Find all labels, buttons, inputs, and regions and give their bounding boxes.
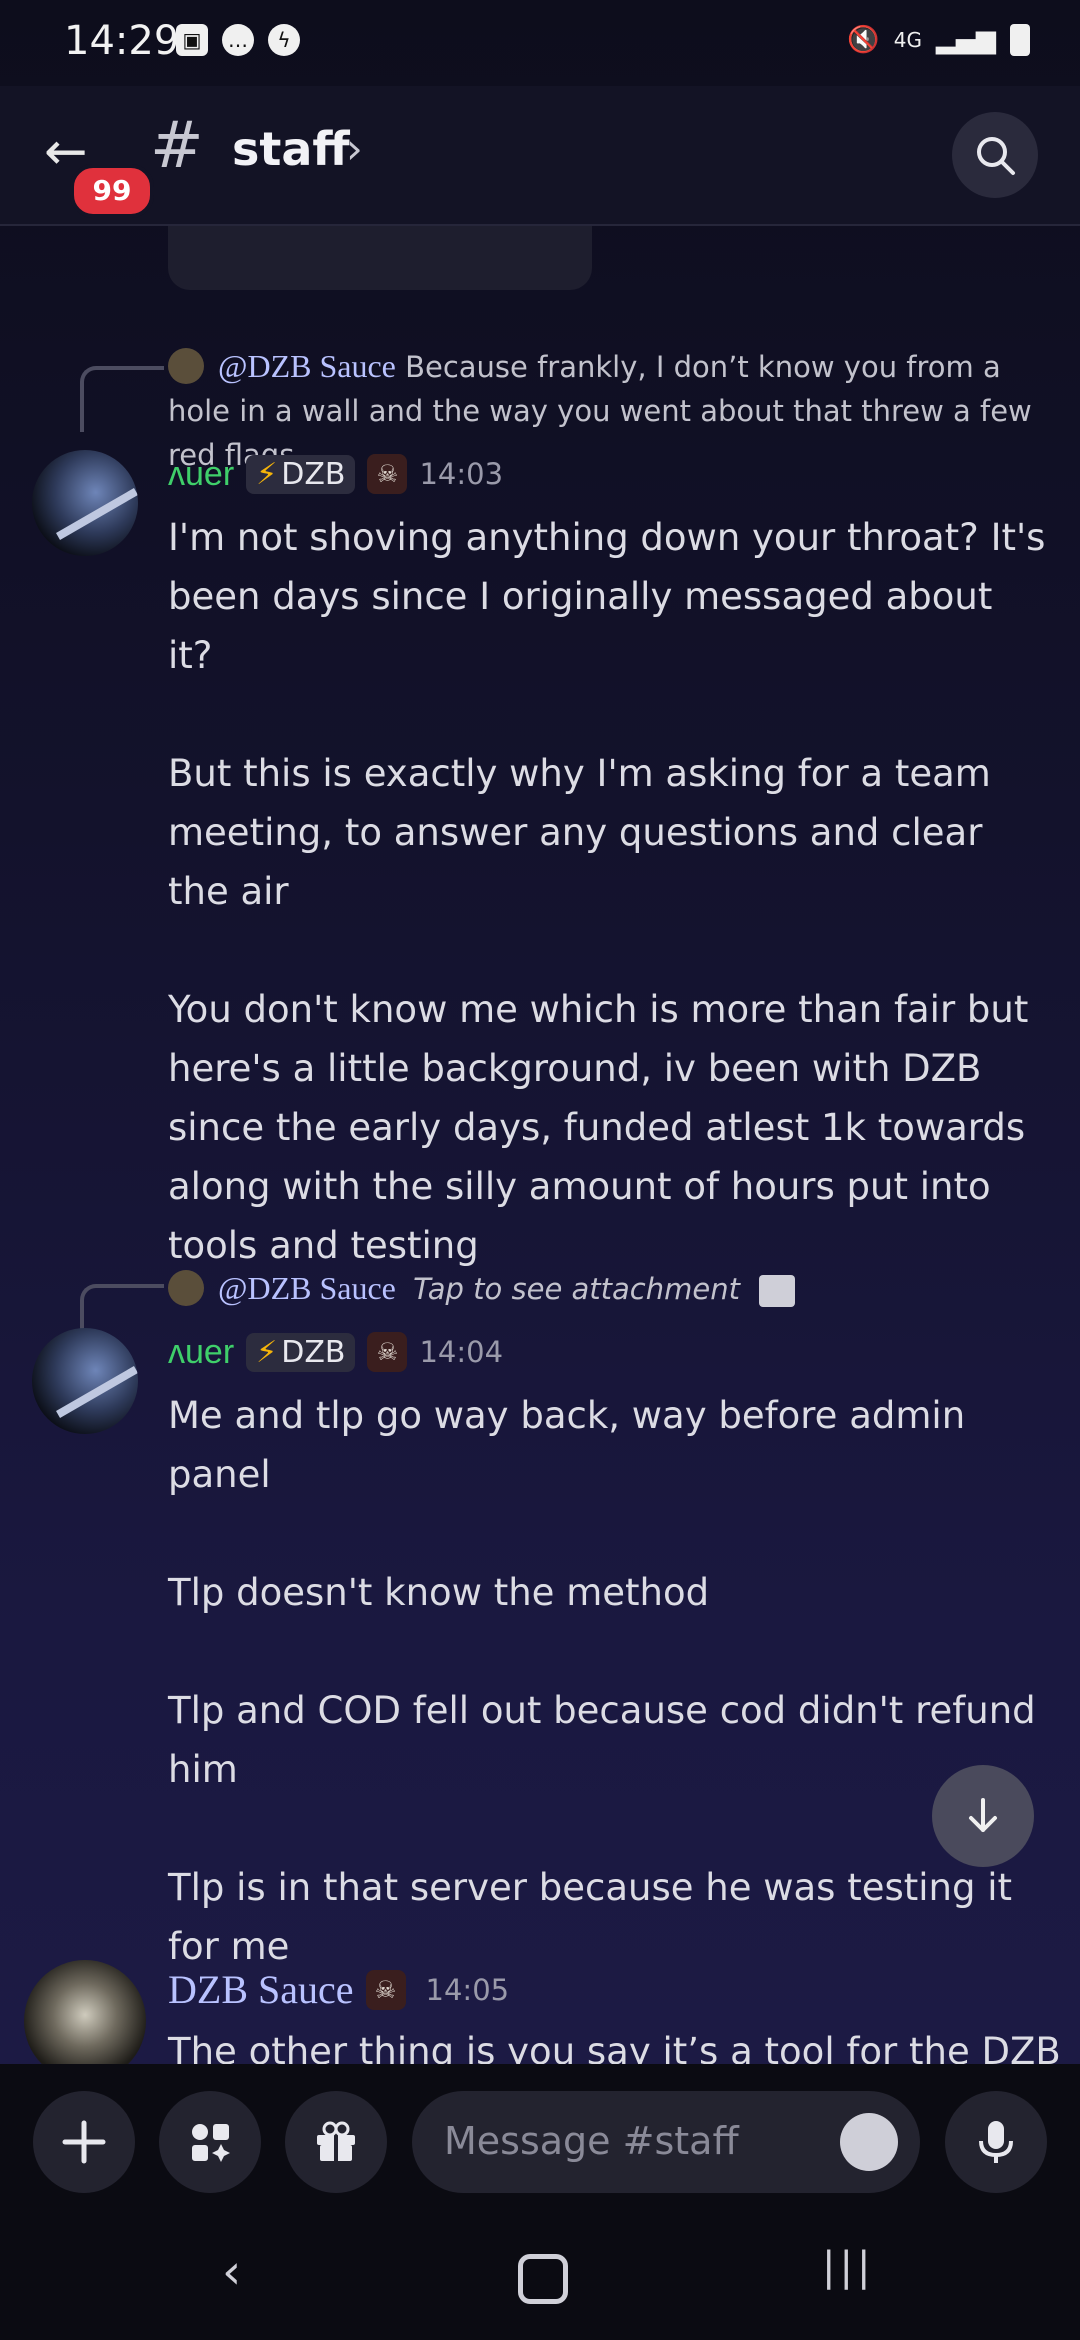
notification-icons: ▣ … ϟ [176,24,300,56]
message-composer: Message #staff [0,2064,1080,2214]
avatar[interactable] [32,1328,138,1434]
avatar[interactable] [24,1960,146,2064]
server-tag[interactable]: ⚡ DZB [246,454,356,494]
author-name[interactable]: ᴧuer [168,455,234,494]
arrow-down-icon [969,1798,997,1832]
reply-connector [80,366,164,432]
gift-button[interactable] [285,2091,387,2193]
reply-username: @DZB Sauce [218,1270,396,1306]
nav-recents-icon[interactable]: ||| [822,2244,874,2290]
system-icons: 🔇 4G ▂▄▆ [847,24,1030,56]
search-button[interactable] [952,112,1038,198]
author-name[interactable]: DZB Sauce [168,1966,354,2013]
jump-to-latest-button[interactable] [932,1765,1034,1867]
signal-icon: ▂▄▆ [936,25,996,55]
chevron-right-icon[interactable]: › [346,124,363,173]
skull-badge-icon: ☠ [367,1332,408,1372]
bolt-icon: ⚡ [256,456,278,492]
apps-button[interactable] [159,2091,261,2193]
skull-badge-icon: ☠ [367,454,408,494]
message-text: The other thing is you say it’s a tool f… [168,2030,1061,2064]
system-navigation-bar: ‹ ||| [0,2214,1080,2340]
bolt-icon: ⚡ [256,1334,278,1370]
emoji-icon[interactable] [840,2113,898,2171]
apps-icon [192,2124,230,2162]
locked-channel-hash-icon: # [150,109,204,183]
author-name[interactable]: ᴧuer [168,1333,234,1372]
timestamp: 14:03 [419,457,504,491]
previous-attachment[interactable] [168,226,592,290]
status-bar: 14:29 ▣ … ϟ 🔇 4G ▂▄▆ [0,0,1080,86]
message-list[interactable]: @DZB Sauce Because frankly, I don’t know… [0,226,1080,2064]
image-icon [759,1275,796,1307]
avatar[interactable] [32,450,138,556]
reply-username: @DZB Sauce [218,348,396,384]
server-tag[interactable]: ⚡ DZB [246,1332,356,1372]
skull-badge-icon: ☠ [365,1969,406,2010]
tag-label: DZB [281,1334,346,1370]
gift-icon [317,2121,355,2161]
message-text: Me and tlp go way back, way before admin… [168,1394,1036,1968]
nav-home-icon[interactable] [518,2254,568,2304]
voice-message-button[interactable] [945,2091,1047,2193]
timestamp: 14:04 [419,1335,504,1369]
add-attachment-button[interactable] [33,2091,135,2193]
messenger-icon: ϟ [268,24,300,56]
message-header: DZB Sauce ☠ 14:05 [168,1966,509,2013]
channel-header: ← 99 # staff › [0,86,1080,226]
gallery-icon: ▣ [176,24,208,56]
unread-badge: 99 [70,164,154,218]
mute-icon: 🔇 [847,25,880,55]
microphone-icon [979,2121,1013,2163]
network-label: 4G [893,28,922,52]
reply-preview[interactable]: @DZB Sauce Tap to see attachment [168,1266,1048,1311]
reply-avatar [168,348,204,384]
message-text: I'm not shoving anything down your throa… [168,516,1046,1267]
nav-back-icon[interactable]: ‹ [222,2244,241,2300]
channel-title[interactable]: staff [232,122,350,176]
message-input-placeholder: Message #staff [444,2119,739,2163]
status-time: 14:29 [64,18,180,64]
timestamp: 14:05 [425,1972,510,2007]
battery-icon [1010,24,1030,56]
message-header: ᴧuer ⚡ DZB ☠ 14:03 [168,454,503,494]
tag-label: DZB [281,456,346,492]
reply-avatar [168,1270,204,1306]
message-header: ᴧuer ⚡ DZB ☠ 14:04 [168,1332,503,1372]
reply-text: Tap to see attachment [413,1272,740,1306]
plus-icon [62,2120,106,2164]
chat-bubble-icon: … [222,24,254,56]
search-icon [977,137,1015,175]
message-input[interactable]: Message #staff [412,2091,920,2193]
